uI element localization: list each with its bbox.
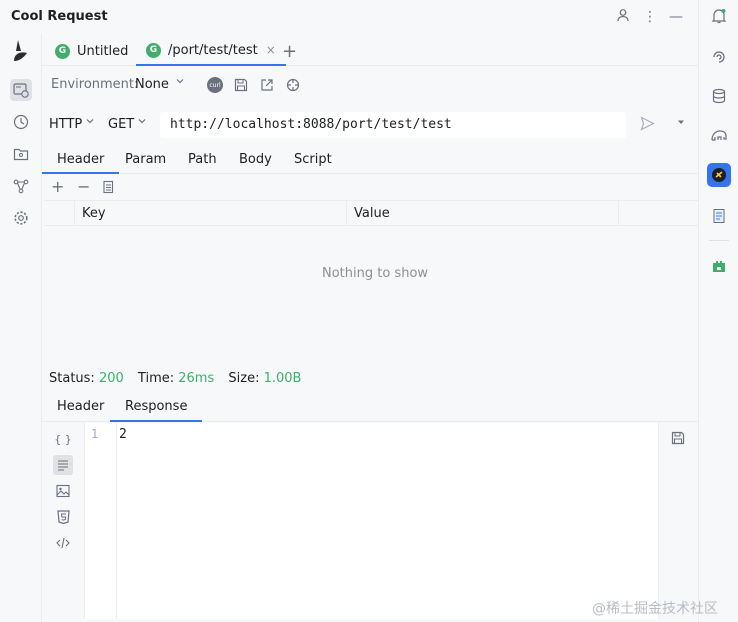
send-icon[interactable] <box>640 116 655 135</box>
response-content: 2 <box>119 427 127 442</box>
response-tabs: Header Response <box>42 396 698 422</box>
header-toolbar: + − <box>42 176 698 198</box>
request-tabs-bar: G Untitled G /port/test/test × + <box>42 36 698 66</box>
status-label: Status: <box>49 371 95 386</box>
logo-icon <box>10 40 32 62</box>
column-divider <box>346 201 347 226</box>
folder-icon[interactable] <box>10 143 32 165</box>
url-text: http://localhost:8088/port/test/test <box>170 117 452 132</box>
size-label: Size: <box>228 371 260 386</box>
save-response-icon[interactable] <box>671 431 685 449</box>
window-title: Cool Request <box>11 9 108 24</box>
database-icon[interactable] <box>707 84 731 108</box>
environment-label: Environment: <box>51 77 139 92</box>
environment-select[interactable]: None <box>135 77 169 92</box>
column-divider <box>618 201 619 226</box>
tab-body[interactable]: Body <box>224 148 287 174</box>
image-view-icon[interactable] <box>53 481 73 501</box>
tab-response-body[interactable]: Response <box>110 399 203 422</box>
minimize-icon[interactable]: — <box>667 8 685 26</box>
tab-label: /port/test/test <box>168 42 258 58</box>
tab-header[interactable]: Header <box>42 148 120 174</box>
dropdown-arrow-icon[interactable] <box>676 117 686 130</box>
elephant-icon[interactable] <box>707 123 731 147</box>
gear-icon[interactable] <box>10 207 32 229</box>
plugin-icon[interactable] <box>707 254 731 278</box>
chevron-down-icon[interactable] <box>85 116 95 129</box>
cool-request-icon[interactable] <box>707 163 731 187</box>
tab-path[interactable]: Path <box>173 148 232 174</box>
tab-param[interactable]: Param <box>110 148 181 174</box>
response-editor[interactable]: 1 2 <box>84 423 658 619</box>
get-badge-icon: G <box>146 42 161 58</box>
history-icon[interactable] <box>10 111 32 133</box>
tab-untitled[interactable]: G Untitled <box>45 36 138 66</box>
bell-icon[interactable] <box>707 4 731 28</box>
watermark: @稀土掘金技术社区 <box>592 601 718 617</box>
chevron-down-icon[interactable] <box>137 116 147 129</box>
document-icon[interactable] <box>707 204 731 228</box>
trace-icon[interactable] <box>10 175 32 197</box>
response-view-switcher: { } <box>44 423 84 619</box>
tab-script[interactable]: Script <box>279 148 347 174</box>
code-view-icon[interactable] <box>53 533 73 553</box>
copy-icon[interactable] <box>101 179 115 198</box>
right-sidebar <box>698 0 738 622</box>
html5-icon[interactable] <box>53 507 73 527</box>
json-view-icon[interactable]: { } <box>53 429 73 449</box>
curl-icon[interactable]: curl <box>206 76 224 94</box>
line-number: 1 <box>91 427 99 441</box>
account-icon[interactable] <box>614 8 632 26</box>
save-icon[interactable] <box>232 76 250 94</box>
add-tab-icon[interactable]: + <box>282 41 297 62</box>
export-icon[interactable] <box>258 76 276 94</box>
method-select[interactable]: GET <box>108 117 134 132</box>
swirl-icon[interactable] <box>707 44 731 68</box>
get-badge-icon: G <box>55 43 70 59</box>
left-sidebar <box>0 34 42 622</box>
size-value: 1.00B <box>263 371 302 386</box>
request-bar: HTTP GET http://localhost:8088/port/test… <box>42 110 698 140</box>
more-vertical-icon[interactable]: ⋮ <box>641 8 659 26</box>
status-value: 200 <box>98 371 124 386</box>
empty-table-text: Nothing to show <box>322 266 429 281</box>
tab-response-header[interactable]: Header <box>42 399 119 422</box>
url-input[interactable]: http://localhost:8088/port/test/test <box>160 112 626 138</box>
title-bar: Cool Request ⋮ — <box>0 0 698 34</box>
chevron-down-icon[interactable] <box>175 76 185 89</box>
column-value[interactable]: Value <box>354 206 390 221</box>
editor-actions <box>658 423 698 619</box>
environment-bar: Environment: None curl <box>42 70 698 100</box>
api-request-icon[interactable] <box>10 79 32 101</box>
request-section-tabs: Header Param Path Body Script <box>42 148 698 174</box>
time-label: Time: <box>137 371 175 386</box>
text-view-icon[interactable] <box>53 455 73 475</box>
close-icon[interactable]: × <box>266 43 276 57</box>
crosshair-icon[interactable] <box>284 76 302 94</box>
column-divider <box>74 201 75 226</box>
tab-label: Untitled <box>77 43 129 59</box>
remove-icon[interactable]: − <box>77 177 90 196</box>
add-icon[interactable]: + <box>51 177 64 196</box>
time-value: 26ms <box>178 371 215 386</box>
protocol-select[interactable]: HTTP <box>49 117 82 132</box>
line-gutter: 1 <box>85 423 117 619</box>
header-table: Key Value <box>44 200 698 226</box>
tab-port-test-test[interactable]: G /port/test/test × <box>136 36 286 66</box>
response-status: Status: 200 Time: 26ms Size: 1.00B <box>49 371 301 386</box>
column-key[interactable]: Key <box>82 206 106 221</box>
